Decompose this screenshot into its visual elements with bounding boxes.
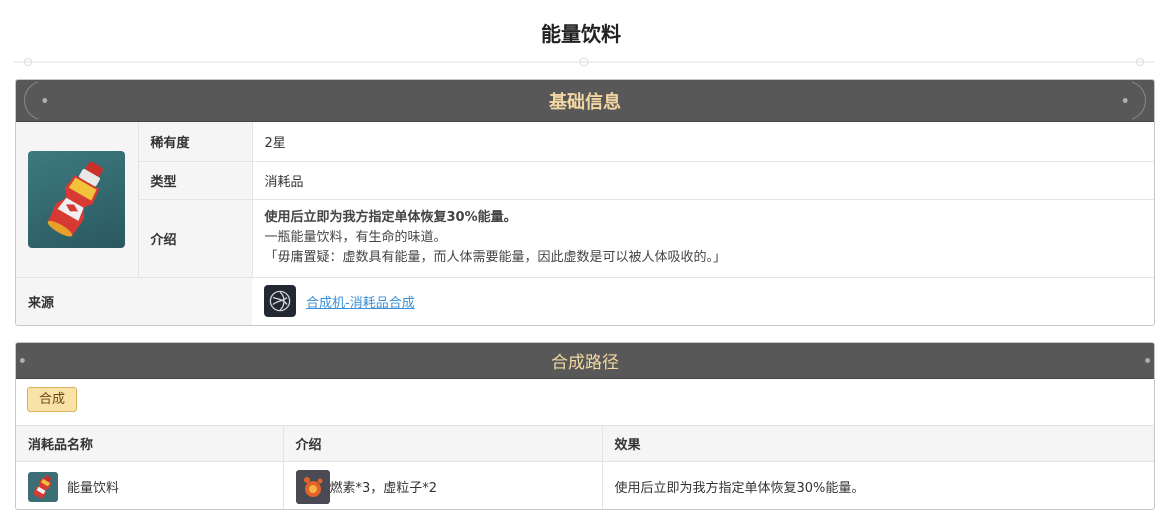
- type-label: 类型: [138, 160, 253, 199]
- header-ornament-right-icon: [1145, 358, 1151, 363]
- row-effect-cell: 使用后立即为我方指定单体恢复30%能量。: [602, 461, 1154, 509]
- synthesizer-icon: [264, 285, 296, 318]
- synthesis-title: 合成路径: [551, 353, 619, 373]
- basic-info-header: 基础信息: [16, 80, 1154, 122]
- intro-value: 使用后立即为我方指定单体恢复30%能量。 一瓶能量饮料，有生命的味道。 「毋庸置…: [252, 198, 1154, 277]
- page-title: 能量饮料: [541, 22, 621, 46]
- column-header-materials: 介绍: [283, 425, 603, 462]
- header-ornament-left-icon: [19, 358, 25, 363]
- intro-quote-text: 「毋庸置疑：虚数具有能量，而人体需要能量，因此虚数是可以被人体吸收的。」: [264, 250, 727, 265]
- intro-flavor-text: 一瓶能量饮料，有生命的味道。: [264, 230, 447, 245]
- column-header-name: 消耗品名称: [16, 425, 284, 462]
- intro-label: 介绍: [138, 198, 253, 277]
- header-ornament-right-icon: [1122, 81, 1146, 120]
- rarity-label: 稀有度: [138, 122, 253, 161]
- row-item-name: 能量饮料: [67, 481, 120, 497]
- basic-info-title: 基础信息: [549, 91, 621, 113]
- source-value: 合成机-消耗品合成: [252, 276, 1154, 325]
- basic-info-panel: 基础信息 稀有度 2星 类型 消耗品 介绍 使用后立即为我方指定单体恢复30%能…: [15, 79, 1155, 326]
- item-image-cell: [16, 122, 139, 277]
- energy-drink-bottle-icon: [47, 161, 104, 237]
- column-header-effect: 效果: [602, 425, 1154, 462]
- basic-info-table: 稀有度 2星 类型 消耗品 介绍 使用后立即为我方指定单体恢复30%能量。 一瓶…: [16, 122, 1154, 325]
- title-divider: [14, 57, 1154, 67]
- synthesis-tab-bar: 合成: [16, 379, 1154, 425]
- synthesis-table: 消耗品名称 介绍 效果 能量饮料 燃素*3，虚粒子*2 使用后立即为我方指定单体…: [16, 425, 1154, 509]
- rarity-value: 2星: [264, 135, 286, 151]
- energy-drink-thumb-icon[interactable]: [28, 471, 58, 502]
- type-value: 消耗品: [252, 160, 1154, 199]
- table-row: 能量饮料 燃素*3，虚粒子*2 使用后立即为我方指定单体恢复30%能量。: [16, 461, 1154, 509]
- source-link[interactable]: 合成机-消耗品合成: [306, 292, 415, 311]
- row-materials-text: 燃素*3，虚粒子*2: [329, 481, 438, 497]
- synthesis-header: 合成路径: [16, 343, 1154, 379]
- phlogiston-material-icon[interactable]: [295, 469, 330, 504]
- synthesis-panel: 合成路径 合成 消耗品名称 介绍 效果 能量饮料 燃素*3，虚粒子*2 使用后立…: [15, 342, 1155, 510]
- row-materials-cell: 燃素*3，虚粒子*2: [283, 461, 603, 509]
- source-label: 来源: [16, 276, 252, 325]
- tab-synthesis[interactable]: 合成: [27, 387, 78, 412]
- energy-drink-image: [28, 150, 126, 248]
- row-name-cell: 能量饮料: [16, 461, 284, 509]
- header-ornament-left-icon: [24, 81, 48, 120]
- intro-effect-text: 使用后立即为我方指定单体恢复30%能量。: [264, 210, 517, 225]
